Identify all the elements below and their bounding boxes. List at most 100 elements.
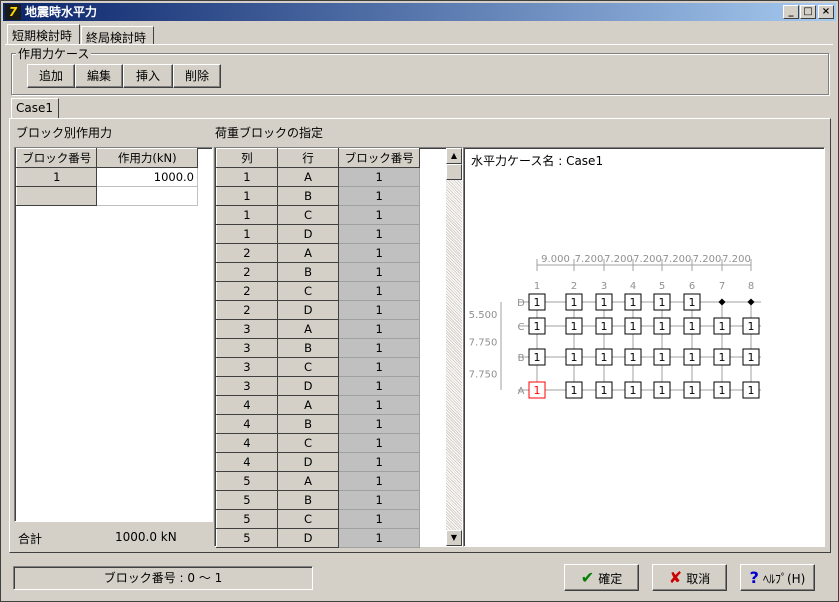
load-cell-row[interactable]: B bbox=[276, 490, 340, 510]
load-cell-block[interactable]: 1 bbox=[338, 319, 420, 339]
load-row[interactable]: 5B1 bbox=[216, 490, 420, 510]
load-cell-col[interactable]: 2 bbox=[216, 281, 278, 301]
load-row[interactable]: 5D1 bbox=[216, 528, 420, 548]
load-cell-row[interactable]: C bbox=[276, 357, 340, 377]
load-cell-col[interactable]: 1 bbox=[216, 205, 278, 225]
maximize-button[interactable]: □ bbox=[800, 5, 816, 19]
scroll-up-button[interactable]: ▲ bbox=[446, 148, 462, 164]
tab-case1[interactable]: Case1 bbox=[11, 98, 59, 118]
load-cell-row[interactable]: A bbox=[276, 167, 340, 187]
load-cell-row[interactable]: A bbox=[276, 243, 340, 263]
load-cell-col[interactable]: 3 bbox=[216, 338, 278, 358]
load-row[interactable]: 2A1 bbox=[216, 243, 420, 263]
tab-short-term[interactable]: 短期検討時 bbox=[7, 24, 80, 44]
load-cell-block[interactable]: 1 bbox=[338, 167, 420, 187]
load-cell-col[interactable]: 2 bbox=[216, 262, 278, 282]
insert-case-button[interactable]: 挿入 bbox=[123, 64, 173, 88]
ok-button[interactable]: ✔ 確定 bbox=[564, 564, 639, 591]
load-row[interactable]: 2D1 bbox=[216, 300, 420, 320]
load-row[interactable]: 5C1 bbox=[216, 509, 420, 529]
minimize-button[interactable]: _ bbox=[783, 5, 799, 19]
load-row[interactable]: 5A1 bbox=[216, 471, 420, 491]
load-cell-row[interactable]: D bbox=[276, 452, 340, 472]
load-cell-col[interactable]: 1 bbox=[216, 167, 278, 187]
scroll-down-button[interactable]: ▼ bbox=[446, 530, 462, 546]
load-row[interactable]: 2B1 bbox=[216, 262, 420, 282]
close-button[interactable]: × bbox=[818, 5, 834, 19]
load-cell-col[interactable]: 3 bbox=[216, 376, 278, 396]
load-cell-row[interactable]: A bbox=[276, 319, 340, 339]
load-cell-block[interactable]: 1 bbox=[338, 414, 420, 434]
load-cell-block[interactable]: 1 bbox=[338, 224, 420, 244]
block-row-force[interactable]: 1000.0 bbox=[96, 167, 198, 187]
block-row-new-force[interactable] bbox=[96, 186, 198, 206]
load-cell-row[interactable]: C bbox=[276, 509, 340, 529]
load-cell-col[interactable]: 3 bbox=[216, 319, 278, 339]
load-cell-row[interactable]: A bbox=[276, 395, 340, 415]
add-case-button[interactable]: 追加 bbox=[27, 64, 75, 88]
load-cell-row[interactable]: D bbox=[276, 376, 340, 396]
load-row[interactable]: 1D1 bbox=[216, 224, 420, 244]
load-cell-col[interactable]: 5 bbox=[216, 528, 278, 548]
load-row[interactable]: 3D1 bbox=[216, 376, 420, 396]
load-cell-block[interactable]: 1 bbox=[338, 376, 420, 396]
load-cell-row[interactable]: A bbox=[276, 471, 340, 491]
load-cell-block[interactable]: 1 bbox=[338, 357, 420, 377]
header-column[interactable]: 列 bbox=[216, 148, 278, 168]
load-cell-row[interactable]: D bbox=[276, 528, 340, 548]
help-button[interactable]: ? ﾍﾙﾌﾟ(H) bbox=[740, 564, 815, 591]
load-row[interactable]: 3C1 bbox=[216, 357, 420, 377]
load-cell-row[interactable]: B bbox=[276, 414, 340, 434]
load-cell-block[interactable]: 1 bbox=[338, 281, 420, 301]
block-row-number[interactable]: 1 bbox=[15, 167, 98, 187]
load-block-scrollbar[interactable] bbox=[446, 148, 462, 546]
load-cell-block[interactable]: 1 bbox=[338, 205, 420, 225]
load-cell-block[interactable]: 1 bbox=[338, 338, 420, 358]
load-cell-col[interactable]: 3 bbox=[216, 357, 278, 377]
header-force[interactable]: 作用力(kN) bbox=[96, 148, 198, 168]
load-cell-col[interactable]: 4 bbox=[216, 452, 278, 472]
load-row[interactable]: 4C1 bbox=[216, 433, 420, 453]
header-row[interactable]: 行 bbox=[276, 148, 340, 168]
load-cell-block[interactable]: 1 bbox=[338, 509, 420, 529]
load-cell-block[interactable]: 1 bbox=[338, 433, 420, 453]
tab-ultimate[interactable]: 終局検討時 bbox=[81, 26, 154, 45]
load-row[interactable]: 2C1 bbox=[216, 281, 420, 301]
load-cell-row[interactable]: D bbox=[276, 300, 340, 320]
load-cell-col[interactable]: 2 bbox=[216, 300, 278, 320]
load-cell-col[interactable]: 4 bbox=[216, 414, 278, 434]
load-cell-col[interactable]: 1 bbox=[216, 186, 278, 206]
load-cell-block[interactable]: 1 bbox=[338, 452, 420, 472]
load-cell-col[interactable]: 1 bbox=[216, 224, 278, 244]
edit-case-button[interactable]: 編集 bbox=[75, 64, 123, 88]
load-cell-block[interactable]: 1 bbox=[338, 300, 420, 320]
load-cell-block[interactable]: 1 bbox=[338, 471, 420, 491]
load-row[interactable]: 1A1 bbox=[216, 167, 420, 187]
cancel-button[interactable]: ✘ 取消 bbox=[652, 564, 727, 591]
load-cell-col[interactable]: 4 bbox=[216, 395, 278, 415]
load-row[interactable]: 4A1 bbox=[216, 395, 420, 415]
block-row-new[interactable] bbox=[15, 186, 98, 206]
load-cell-block[interactable]: 1 bbox=[338, 186, 420, 206]
load-cell-row[interactable]: B bbox=[276, 186, 340, 206]
load-row[interactable]: 4D1 bbox=[216, 452, 420, 472]
load-cell-row[interactable]: C bbox=[276, 205, 340, 225]
load-cell-col[interactable]: 2 bbox=[216, 243, 278, 263]
load-cell-row[interactable]: D bbox=[276, 224, 340, 244]
load-cell-row[interactable]: B bbox=[276, 262, 340, 282]
load-cell-row[interactable]: C bbox=[276, 433, 340, 453]
load-cell-col[interactable]: 5 bbox=[216, 509, 278, 529]
load-row[interactable]: 1B1 bbox=[216, 186, 420, 206]
scroll-thumb[interactable] bbox=[446, 164, 462, 180]
load-row[interactable]: 3B1 bbox=[216, 338, 420, 358]
load-cell-block[interactable]: 1 bbox=[338, 395, 420, 415]
load-cell-row[interactable]: C bbox=[276, 281, 340, 301]
load-row[interactable]: 4B1 bbox=[216, 414, 420, 434]
header-block[interactable]: ブロック番号 bbox=[338, 148, 420, 168]
load-cell-col[interactable]: 5 bbox=[216, 471, 278, 491]
load-cell-col[interactable]: 4 bbox=[216, 433, 278, 453]
load-row[interactable]: 3A1 bbox=[216, 319, 420, 339]
load-cell-row[interactable]: B bbox=[276, 338, 340, 358]
load-cell-block[interactable]: 1 bbox=[338, 528, 420, 548]
delete-case-button[interactable]: 削除 bbox=[173, 64, 221, 88]
